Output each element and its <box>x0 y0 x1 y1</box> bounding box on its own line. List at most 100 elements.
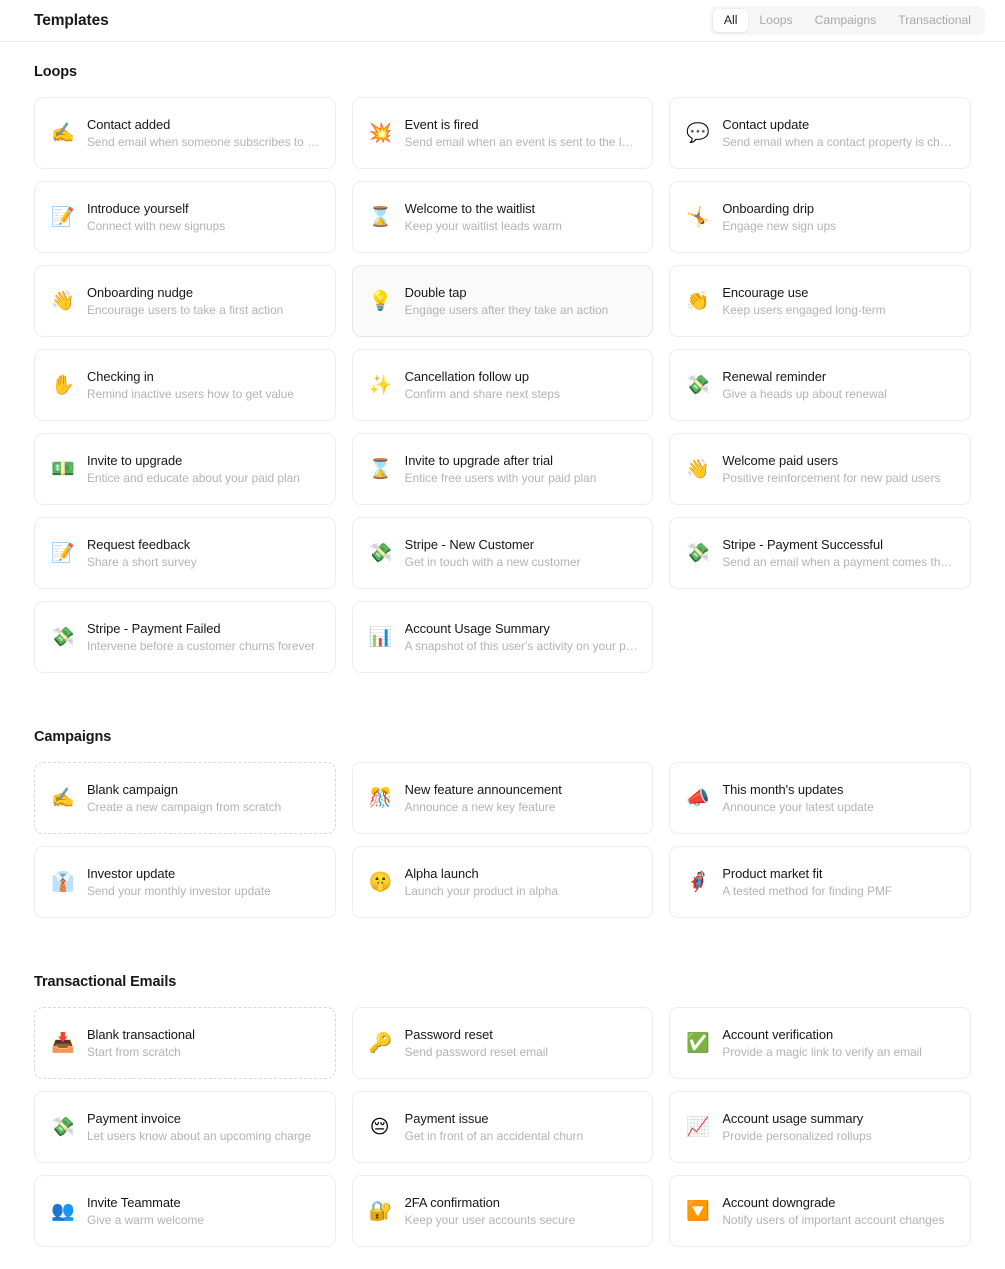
template-card-title: Invite to upgrade after trial <box>404 452 553 468</box>
section-transactional: Transactional Emails 📥 Blank transactional… <box>34 956 971 1247</box>
template-card-text: Onboarding drip Engage new sign ups <box>722 201 956 234</box>
raised-hand-emoji: ✋ <box>51 373 75 396</box>
template-card-text: Welcome paid users Positive reinforcement… <box>722 453 956 486</box>
section-loops: Loops ✍️ Contact added Send email when some… <box>34 42 971 673</box>
template-card[interactable]: 📥 Blank transactional Start from scratch <box>34 1007 336 1079</box>
template-card-title: Password reset <box>404 1026 493 1042</box>
necktie-emoji: 👔 <box>51 870 75 893</box>
template-card-title: Stripe - New Customer <box>404 536 534 552</box>
cartwheel-emoji: 🤸 <box>686 205 710 228</box>
template-card[interactable]: 🦸 Product market fit A tested method for f… <box>669 846 971 918</box>
template-card[interactable]: 💬 Contact update Send email when a contact… <box>669 97 971 169</box>
template-card[interactable]: 🤸 Onboarding drip Engage new sign ups <box>669 181 971 253</box>
template-card[interactable]: 💥 Event is fired Send email when an event … <box>351 97 654 169</box>
locked-with-key-emoji: 🔐 <box>368 1199 393 1222</box>
template-card-description: Announce your latest update <box>722 799 874 814</box>
template-card-text: Account usage summary Provide personalize… <box>722 1111 956 1144</box>
template-card[interactable]: 💡 Double tap Engage users after they take … <box>351 265 654 337</box>
template-card[interactable]: ✨ Cancellation follow up Confirm and share… <box>351 349 654 421</box>
template-card-description: Start from scratch <box>87 1044 181 1059</box>
template-card[interactable]: 👋 Onboarding nudge Encourage users to take… <box>34 265 336 337</box>
template-card-title: Payment invoice <box>87 1110 181 1126</box>
template-card[interactable]: 📊 Account Usage Summary A snapshot of this… <box>351 601 654 673</box>
template-card[interactable]: 📝 Introduce yourself Connect with new sign… <box>34 181 336 253</box>
template-card[interactable]: ✍️ Contact added Send email when someone s… <box>34 97 336 169</box>
template-card[interactable]: 👋 Welcome paid users Positive reinforcemen… <box>669 433 971 505</box>
writing-hand-emoji: ✍️ <box>51 121 75 144</box>
template-card-description: Intervene before a customer churns forev… <box>87 638 316 653</box>
template-card-title: Stripe - Payment Failed <box>87 620 221 636</box>
template-card[interactable]: ✋ Checking in Remind inactive users how to… <box>34 349 336 421</box>
template-card-title: Welcome to the waitlist <box>404 200 536 216</box>
template-card[interactable]: 🔐 2FA confirmation Keep your user accounts… <box>351 1175 654 1247</box>
template-card-description: A snapshot of this user's activity on yo… <box>404 638 639 653</box>
template-card[interactable]: 💵 Invite to upgrade Entice and educate abo… <box>34 433 336 505</box>
template-card-text: Double tap Engage users after they take a… <box>405 285 639 318</box>
template-card-title: Investor update <box>87 865 176 881</box>
template-card[interactable]: 👥 Invite Teammate Give a warm welcome <box>34 1175 336 1247</box>
template-card[interactable]: 💸 Stripe - Payment Successful Send an emai… <box>669 517 971 589</box>
filter-tab-all[interactable]: All <box>712 8 749 33</box>
template-card-text: Checking in Remind inactive users how to … <box>87 369 321 402</box>
template-card-description: Announce a new key feature <box>404 799 556 814</box>
template-card-text: Invite to upgrade Entice and educate abou… <box>87 453 321 486</box>
template-card-description: Give a heads up about renewal <box>722 386 887 401</box>
template-card-text: Product market fit A tested method for fi… <box>722 866 956 899</box>
template-card[interactable]: 😔 Payment issue Get in front of an acciden… <box>351 1091 654 1163</box>
template-card[interactable]: 💸 Payment invoice Let users know about an … <box>34 1091 336 1163</box>
template-card-description: Send an email when a payment comes throu… <box>722 554 956 569</box>
template-card-title: Stripe - Payment Successful <box>722 536 883 552</box>
template-card-title: This month's updates <box>722 781 844 797</box>
template-card-description: Provide a magic link to verify an email <box>722 1044 922 1059</box>
key-emoji: 🔑 <box>368 1031 393 1054</box>
template-card-title: Encourage use <box>722 284 809 300</box>
template-card[interactable]: 🔑 Password reset Send password reset email <box>351 1007 654 1079</box>
templates-content: Loops ✍️ Contact added Send email when some… <box>0 42 1005 1247</box>
section-heading-loops: Loops <box>34 64 77 80</box>
template-card-description: Positive reinforcement for new paid user… <box>722 470 941 485</box>
template-card-text: Stripe - Payment Failed Intervene before … <box>87 621 321 654</box>
template-card[interactable]: ⌛ Invite to upgrade after trial Entice fre… <box>351 433 654 505</box>
template-card[interactable]: 📣 This month's updates Announce your lates… <box>669 762 971 834</box>
hourglass-emoji: ⌛ <box>368 457 393 480</box>
writing-hand-emoji: ✍️ <box>51 786 75 809</box>
pensive-face-emoji: 😔 <box>369 1115 390 1138</box>
money-with-wings-emoji: 💸 <box>51 1115 75 1138</box>
template-card[interactable]: 💸 Renewal reminder Give a heads up about r… <box>669 349 971 421</box>
hourglass-emoji: ⌛ <box>368 205 393 228</box>
card-grid-campaigns: ✍️ Blank campaign Create a new campaign fr… <box>34 762 971 918</box>
template-card-title: Contact update <box>722 116 810 132</box>
memo-emoji: 📝 <box>51 205 75 228</box>
money-with-wings-emoji: 💸 <box>686 541 710 564</box>
filter-tab-campaigns[interactable]: Campaigns <box>804 9 888 32</box>
section-heading-transactional: Transactional Emails <box>34 974 177 990</box>
money-with-wings-emoji: 💸 <box>368 541 393 564</box>
template-filter-tabs: All Loops Campaigns Transactional <box>709 5 985 36</box>
template-card[interactable]: 💸 Stripe - New Customer Get in touch with … <box>351 517 654 589</box>
template-card-description: Launch your product in alpha <box>404 883 559 898</box>
template-card[interactable]: 👏 Encourage use Keep users engaged long-te… <box>669 265 971 337</box>
template-card-title: Contact added <box>87 116 171 132</box>
down-button-emoji: 🔽 <box>686 1199 710 1222</box>
template-card[interactable]: 👔 Investor update Send your monthly invest… <box>34 846 336 918</box>
template-card-text: Contact update Send email when a contact … <box>722 117 956 150</box>
template-card-description: Engage users after they take an action <box>404 302 609 317</box>
template-card-text: Password reset Send password reset email <box>405 1027 639 1060</box>
template-card[interactable]: 💸 Stripe - Payment Failed Intervene before… <box>34 601 336 673</box>
template-card[interactable]: ✍️ Blank campaign Create a new campaign fr… <box>34 762 336 834</box>
template-card-text: Encourage use Keep users engaged long-ter… <box>722 285 956 318</box>
template-card-title: Cancellation follow up <box>404 368 529 384</box>
template-card[interactable]: 📈 Account usage summary Provide personaliz… <box>669 1091 971 1163</box>
template-card[interactable]: 🎊 New feature announcement Announce a new … <box>351 762 654 834</box>
template-card[interactable]: ✅ Account verification Provide a magic lin… <box>669 1007 971 1079</box>
filter-tab-transactional[interactable]: Transactional <box>887 9 982 32</box>
filter-tab-loops[interactable]: Loops <box>748 9 803 32</box>
memo-emoji: 📝 <box>51 541 75 564</box>
template-card-text: Renewal reminder Give a heads up about re… <box>722 369 956 402</box>
template-card[interactable]: 📝 Request feedback Share a short survey <box>34 517 336 589</box>
template-card[interactable]: 🤫 Alpha launch Launch your product in alph… <box>351 846 654 918</box>
sparkles-emoji: ✨ <box>368 373 393 396</box>
template-card[interactable]: 🔽 Account downgrade Notify users of import… <box>669 1175 971 1247</box>
template-card-text: Payment invoice Let users know about an u… <box>87 1111 321 1144</box>
template-card[interactable]: ⌛ Welcome to the waitlist Keep your waitli… <box>351 181 654 253</box>
